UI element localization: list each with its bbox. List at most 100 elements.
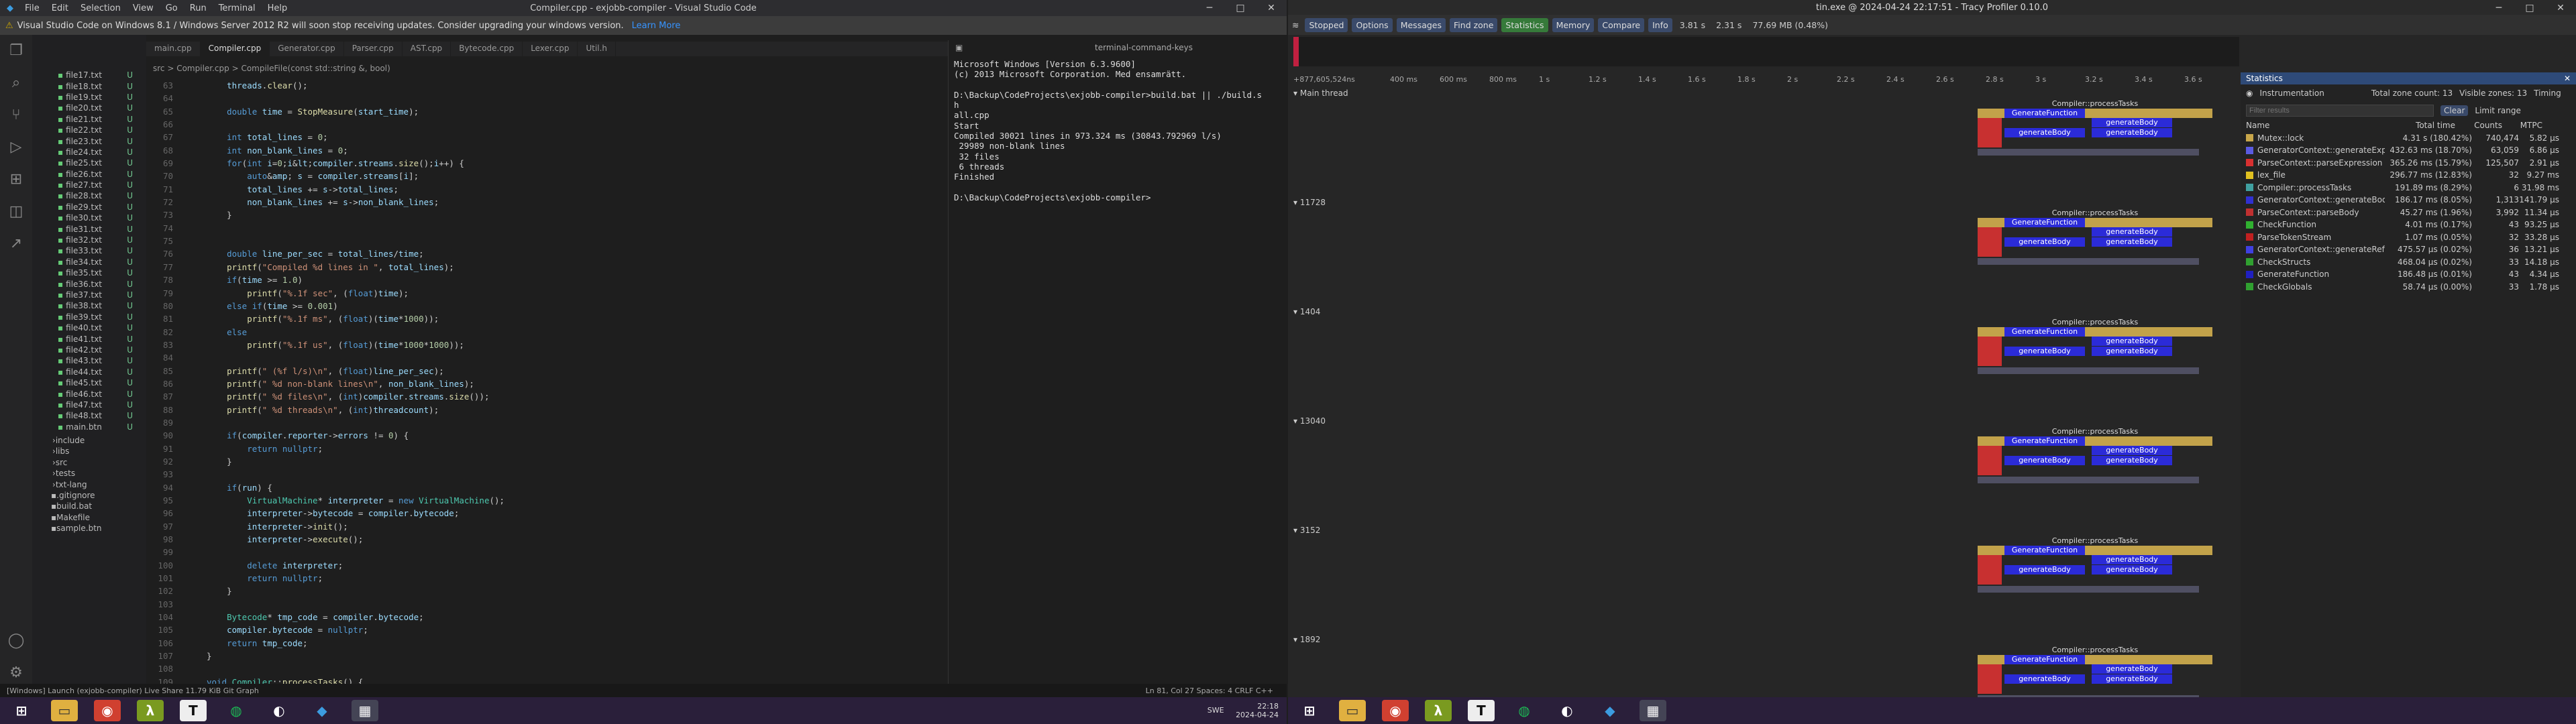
file-item[interactable]: ▪ main.btn U [32,422,146,432]
file-item[interactable]: ▪ file21.txt U [32,114,146,125]
tab-ast[interactable]: AST.cpp [402,42,451,56]
tracy-taskbar-icon-2[interactable]: ▦ [1640,700,1666,721]
zone-generate[interactable]: generateBody [2092,565,2172,575]
file-item[interactable]: ▪ file37.txt U [32,290,146,300]
zone-process-tasks[interactable]: Compiler::processTasks [1978,99,2212,109]
file-item[interactable]: ▪ file43.txt U [32,355,146,366]
zone-generate[interactable]: GenerateFunction [2004,655,2085,664]
filter-results-input[interactable] [2246,105,2434,117]
spotify-taskbar-icon-2[interactable]: ◍ [1511,700,1538,721]
zone-generate[interactable]: GenerateFunction [2004,436,2085,446]
zone-generate[interactable]: generateBody [2092,128,2172,137]
vscode-taskbar-icon[interactable]: ◆ [309,700,335,721]
tracy-btn-messages[interactable]: Messages [1396,17,1446,32]
close-icon[interactable]: ✕ [1256,0,1287,16]
zone-parse[interactable] [1978,227,2002,257]
discord-taskbar-icon-2[interactable]: ◐ [1554,700,1580,721]
live-share-icon[interactable]: ↗ [0,228,32,260]
zone-process-tasks[interactable]: Compiler::processTasks [1978,427,2212,436]
run-debug-icon[interactable]: ▷ [0,131,32,164]
zone-generate[interactable]: generateBody [2092,118,2172,127]
stats-col-header[interactable]: MTPC [2502,121,2542,130]
root-file-item[interactable]: ▪ Makefile [32,512,146,523]
typora-taskbar-icon-2[interactable]: T [1468,700,1495,721]
thread-label[interactable]: ▾ 13040 [1293,416,1326,426]
zone-parse[interactable] [1978,555,2002,585]
file-item[interactable]: ▪ file22.txt U [32,125,146,135]
tab-parser[interactable]: Parser.cpp [344,42,402,56]
learn-more-link[interactable]: Learn More [632,21,681,31]
zone-generate[interactable]: generateBody [2092,456,2172,465]
zone-generate[interactable]: generateBody [2092,674,2172,684]
date[interactable]: 2024-04-24 [1236,711,1279,719]
app-lambda-icon[interactable]: λ [137,700,164,721]
zone-generate[interactable]: generateBody [2004,456,2085,465]
stats-col-header[interactable]: Total time [2368,121,2455,130]
zone-parse[interactable] [1978,446,2002,475]
timing-label[interactable]: Timing [2534,88,2561,98]
spotify-taskbar-icon[interactable]: ◍ [223,700,250,721]
thread-label[interactable]: ▾ Main thread [1293,88,1348,98]
discord-taskbar-icon[interactable]: ◐ [266,700,292,721]
stats-row[interactable]: lex_file 296.77 ms (12.83%) 32 9.27 ms [2241,169,2576,182]
zone-parse[interactable] [1978,337,2002,366]
zone-generate[interactable]: generateBody [2092,664,2172,674]
vscode-taskbar-icon-2[interactable]: ◆ [1597,700,1623,721]
zone-small[interactable] [1978,586,2199,593]
tracy-btn-stopped[interactable]: Stopped [1305,17,1348,32]
tab-util[interactable]: Util.h [578,42,616,56]
code-editor[interactable]: 63 threads.clear(); 64 65 double time = St… [146,79,948,699]
thread-label[interactable]: ▾ 1404 [1293,307,1320,316]
zone-small[interactable] [1978,367,2199,374]
thread-label[interactable]: ▾ 1892 [1293,635,1320,644]
zone-process-tasks[interactable]: Compiler::processTasks [1978,646,2212,655]
maximize-icon[interactable]: □ [1225,0,1256,16]
search-icon[interactable]: ⌕ [0,67,32,99]
zone-process-tasks[interactable]: Compiler::processTasks [1978,536,2212,546]
tab-generator[interactable]: Generator.cpp [270,42,344,56]
root-file-item[interactable]: ▪ sample.btn [32,523,146,534]
extensions-icon[interactable]: ⊞ [0,164,32,196]
start-icon-2[interactable]: ⊞ [1296,700,1323,721]
tracy-close-icon[interactable]: ✕ [2545,0,2576,16]
zone-generate[interactable]: generateBody [2004,128,2085,137]
zone-generate[interactable]: GenerateFunction [2004,327,2085,337]
file-item[interactable]: ▪ file39.txt U [32,312,146,322]
zone-process-tasks[interactable]: Compiler::processTasks [1978,318,2212,327]
zone-small[interactable] [1978,149,2199,156]
tracy-taskbar-icon[interactable]: ▦ [352,700,378,721]
radio-instrumentation[interactable]: ◉ [2246,88,2253,98]
tab-main[interactable]: main.cpp [146,42,201,56]
file-item[interactable]: ▪ file23.txt U [32,135,146,146]
timeline[interactable]: ▾ Main thread Compiler::processTasks Gener… [1293,86,2251,702]
system-tray[interactable]: SWE 22:18 2024-04-24 [1208,702,1279,719]
root-file-item[interactable]: ▪ .gitignore [32,490,146,501]
zone-generate[interactable]: generateBody [2092,227,2172,237]
stats-row[interactable]: CheckStructs 468.04 µs (0.02%) 33 14.18 µs [2241,256,2576,269]
zone-generate[interactable]: generateBody [2092,237,2172,247]
file-item[interactable]: ▪ file42.txt U [32,345,146,355]
zone-small[interactable] [1978,258,2199,265]
tracy-minimize-icon[interactable]: ─ [2483,0,2514,16]
limit-range-checkbox[interactable]: Limit range [2475,106,2520,115]
chrome-taskbar-icon[interactable]: ◉ [94,700,121,721]
folder-item[interactable]: › include [32,435,146,446]
file-item[interactable]: ▪ file34.txt U [32,257,146,267]
stats-row[interactable]: Mutex::lock 4.31 s (180.42%) 740,474 5.82 µ… [2241,132,2576,145]
status-right[interactable]: Ln 81, Col 27 Spaces: 4 CRLF C++ [1146,686,1273,695]
clock[interactable]: 22:18 [1236,702,1279,711]
tracy-btn-compare[interactable]: Compare [1598,17,1645,32]
file-item[interactable]: ▪ file29.txt U [32,202,146,213]
tracy-maximize-icon[interactable]: □ [2514,0,2545,16]
file-item[interactable]: ▪ file46.txt U [32,388,146,399]
zone-parse[interactable] [1978,118,2002,147]
time-ruler[interactable]: +877,605,524ns 400 ms 600 ms 800 ms 1 s 1.2 s… [1293,72,2251,86]
tracy-btn-statistics[interactable]: Statistics [1501,17,1548,32]
folder-item[interactable]: › txt-lang [32,479,146,489]
file-item[interactable]: ▪ file18.txt U [32,80,146,91]
status-left[interactable]: [Windows] Launch (exjobb-compiler) Live … [7,686,259,695]
start-icon[interactable]: ⊞ [8,700,35,721]
stats-row[interactable]: ParseContext::parseBody 45.27 ms (1.96%) 3… [2241,206,2576,219]
zone-process-tasks[interactable]: Compiler::processTasks [1978,208,2212,218]
file-item[interactable]: ▪ file26.txt U [32,169,146,180]
